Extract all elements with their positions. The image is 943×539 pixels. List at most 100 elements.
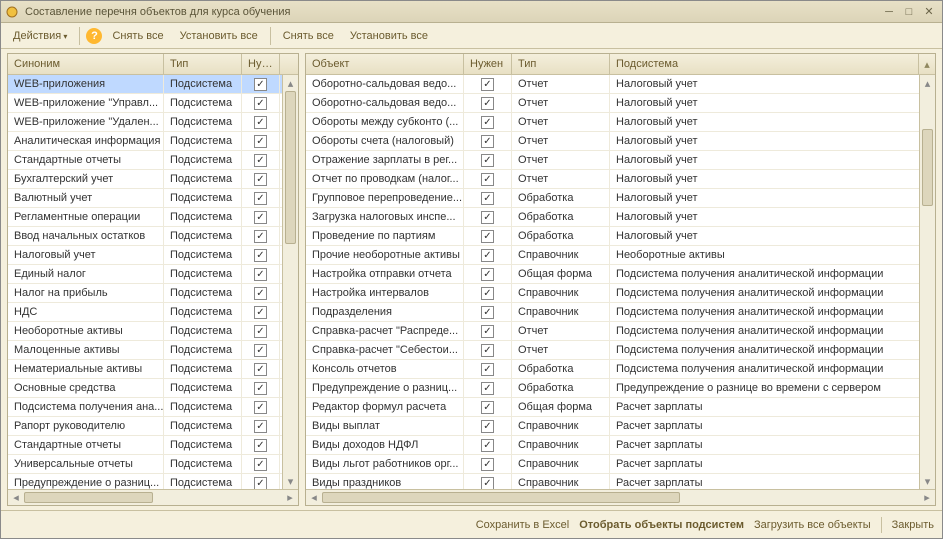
checkbox[interactable]: ✓ bbox=[254, 287, 267, 300]
checkbox[interactable]: ✓ bbox=[481, 192, 494, 205]
close-button[interactable]: ✕ bbox=[920, 4, 938, 20]
table-row[interactable]: Основные средстваПодсистема✓ bbox=[8, 379, 298, 398]
cell-needed[interactable]: ✓ bbox=[464, 417, 512, 435]
table-row[interactable]: Виды праздников✓СправочникРасчет зарплат… bbox=[306, 474, 935, 489]
table-row[interactable]: Справка-расчет "Себестои...✓ОтчетПодсист… bbox=[306, 341, 935, 360]
cell-needed[interactable]: ✓ bbox=[242, 189, 280, 207]
table-row[interactable]: Справка-расчет "Распреде...✓ОтчетПодсист… bbox=[306, 322, 935, 341]
table-row[interactable]: Рапорт руководителюПодсистема✓ bbox=[8, 417, 298, 436]
cell-needed[interactable]: ✓ bbox=[242, 284, 280, 302]
left-vscroll[interactable]: ▴ ▾ bbox=[282, 75, 298, 489]
checkbox[interactable]: ✓ bbox=[481, 477, 494, 490]
table-row[interactable]: Предупреждение о разниц...✓ОбработкаПред… bbox=[306, 379, 935, 398]
save-excel-button[interactable]: Сохранить в Excel bbox=[476, 519, 570, 531]
cell-needed[interactable]: ✓ bbox=[242, 132, 280, 150]
table-row[interactable]: Виды доходов НДФЛ✓СправочникРасчет зарпл… bbox=[306, 436, 935, 455]
left-hscroll[interactable]: ◂ ▸ bbox=[8, 489, 298, 505]
checkbox[interactable]: ✓ bbox=[481, 268, 494, 281]
cell-needed[interactable]: ✓ bbox=[464, 132, 512, 150]
table-row[interactable]: Стандартные отчетыПодсистема✓ bbox=[8, 151, 298, 170]
table-row[interactable]: Аналитическая информацияПодсистема✓ bbox=[8, 132, 298, 151]
cell-needed[interactable]: ✓ bbox=[242, 208, 280, 226]
scroll-down-icon[interactable]: ▾ bbox=[920, 473, 935, 489]
scroll-right-icon[interactable]: ▸ bbox=[282, 490, 298, 505]
table-row[interactable]: Отчет по проводкам (налог...✓ОтчетНалого… bbox=[306, 170, 935, 189]
table-row[interactable]: Групповое перепроведение...✓ОбработкаНал… bbox=[306, 189, 935, 208]
table-row[interactable]: Подразделения✓СправочникПодсистема получ… bbox=[306, 303, 935, 322]
checkbox[interactable]: ✓ bbox=[254, 420, 267, 433]
cell-needed[interactable]: ✓ bbox=[464, 75, 512, 93]
checkbox[interactable]: ✓ bbox=[481, 173, 494, 186]
scroll-up-icon[interactable]: ▴ bbox=[920, 75, 935, 91]
checkbox[interactable]: ✓ bbox=[481, 154, 494, 167]
minimize-button[interactable]: ─ bbox=[880, 4, 898, 20]
table-row[interactable]: WEB-приложение "Управл...Подсистема✓ bbox=[8, 94, 298, 113]
right-vscroll[interactable]: ▴ ▾ bbox=[919, 75, 935, 489]
cell-needed[interactable]: ✓ bbox=[242, 303, 280, 321]
checkbox[interactable]: ✓ bbox=[481, 325, 494, 338]
table-row[interactable]: WEB-приложение "Удален...Подсистема✓ bbox=[8, 113, 298, 132]
right-col-needed[interactable]: Нужен bbox=[464, 54, 512, 74]
cell-needed[interactable]: ✓ bbox=[242, 417, 280, 435]
table-row[interactable]: Стандартные отчетыПодсистема✓ bbox=[8, 436, 298, 455]
close-footer-button[interactable]: Закрыть bbox=[892, 519, 934, 531]
checkbox[interactable]: ✓ bbox=[481, 135, 494, 148]
checkbox[interactable]: ✓ bbox=[254, 249, 267, 262]
table-row[interactable]: НДСПодсистема✓ bbox=[8, 303, 298, 322]
checkbox[interactable]: ✓ bbox=[254, 401, 267, 414]
checkbox[interactable]: ✓ bbox=[481, 287, 494, 300]
cell-needed[interactable]: ✓ bbox=[242, 151, 280, 169]
cell-needed[interactable]: ✓ bbox=[242, 94, 280, 112]
help-icon[interactable]: ? bbox=[86, 28, 102, 44]
table-row[interactable]: Универсальные отчетыПодсистема✓ bbox=[8, 455, 298, 474]
checkbox[interactable]: ✓ bbox=[481, 344, 494, 357]
cell-needed[interactable]: ✓ bbox=[242, 265, 280, 283]
checkbox[interactable]: ✓ bbox=[254, 382, 267, 395]
cell-needed[interactable]: ✓ bbox=[242, 170, 280, 188]
checkbox[interactable]: ✓ bbox=[481, 439, 494, 452]
checkbox[interactable]: ✓ bbox=[254, 344, 267, 357]
actions-menu[interactable]: Действия bbox=[7, 27, 73, 45]
cell-needed[interactable]: ✓ bbox=[464, 189, 512, 207]
cell-needed[interactable]: ✓ bbox=[464, 379, 512, 397]
checkbox[interactable]: ✓ bbox=[254, 268, 267, 281]
checkbox[interactable]: ✓ bbox=[254, 458, 267, 471]
checkbox[interactable]: ✓ bbox=[254, 154, 267, 167]
table-row[interactable]: Обороты счета (налоговый)✓ОтчетНалоговый… bbox=[306, 132, 935, 151]
left-hscroll-thumb[interactable] bbox=[24, 492, 153, 503]
table-row[interactable]: Оборотно-сальдовая ведо...✓ОтчетНалоговы… bbox=[306, 75, 935, 94]
table-row[interactable]: Редактор формул расчета✓Общая формаРасче… bbox=[306, 398, 935, 417]
cell-needed[interactable]: ✓ bbox=[464, 208, 512, 226]
cell-needed[interactable]: ✓ bbox=[464, 227, 512, 245]
right-col-type[interactable]: Тип bbox=[512, 54, 610, 74]
scroll-left-icon[interactable]: ◂ bbox=[8, 490, 24, 505]
cell-needed[interactable]: ✓ bbox=[242, 322, 280, 340]
table-row[interactable]: Подсистема получения ана...Подсистема✓ bbox=[8, 398, 298, 417]
cell-needed[interactable]: ✓ bbox=[242, 436, 280, 454]
select-subsystems-button[interactable]: Отобрать объекты подсистем bbox=[579, 519, 744, 531]
cell-needed[interactable]: ✓ bbox=[464, 341, 512, 359]
checkbox[interactable]: ✓ bbox=[481, 78, 494, 91]
left-col-type[interactable]: Тип bbox=[164, 54, 242, 74]
checkbox[interactable]: ✓ bbox=[254, 325, 267, 338]
left-col-needed[interactable]: Нуже... bbox=[242, 54, 280, 74]
set-all-right-button[interactable]: Установить все bbox=[344, 27, 434, 45]
checkbox[interactable]: ✓ bbox=[254, 363, 267, 376]
checkbox[interactable]: ✓ bbox=[481, 458, 494, 471]
checkbox[interactable]: ✓ bbox=[254, 439, 267, 452]
cell-needed[interactable]: ✓ bbox=[464, 284, 512, 302]
cell-needed[interactable]: ✓ bbox=[242, 113, 280, 131]
checkbox[interactable]: ✓ bbox=[481, 249, 494, 262]
right-col-subsystem[interactable]: Подсистема bbox=[610, 54, 919, 74]
right-vscroll-thumb[interactable] bbox=[922, 129, 933, 205]
table-row[interactable]: Бухгалтерский учетПодсистема✓ bbox=[8, 170, 298, 189]
checkbox[interactable]: ✓ bbox=[254, 192, 267, 205]
right-hscroll[interactable]: ◂ ▸ bbox=[306, 489, 935, 505]
checkbox[interactable]: ✓ bbox=[254, 116, 267, 129]
cell-needed[interactable]: ✓ bbox=[464, 303, 512, 321]
checkbox[interactable]: ✓ bbox=[481, 97, 494, 110]
cell-needed[interactable]: ✓ bbox=[464, 474, 512, 489]
cell-needed[interactable]: ✓ bbox=[242, 474, 280, 489]
table-row[interactable]: Малоценные активыПодсистема✓ bbox=[8, 341, 298, 360]
cell-needed[interactable]: ✓ bbox=[464, 398, 512, 416]
